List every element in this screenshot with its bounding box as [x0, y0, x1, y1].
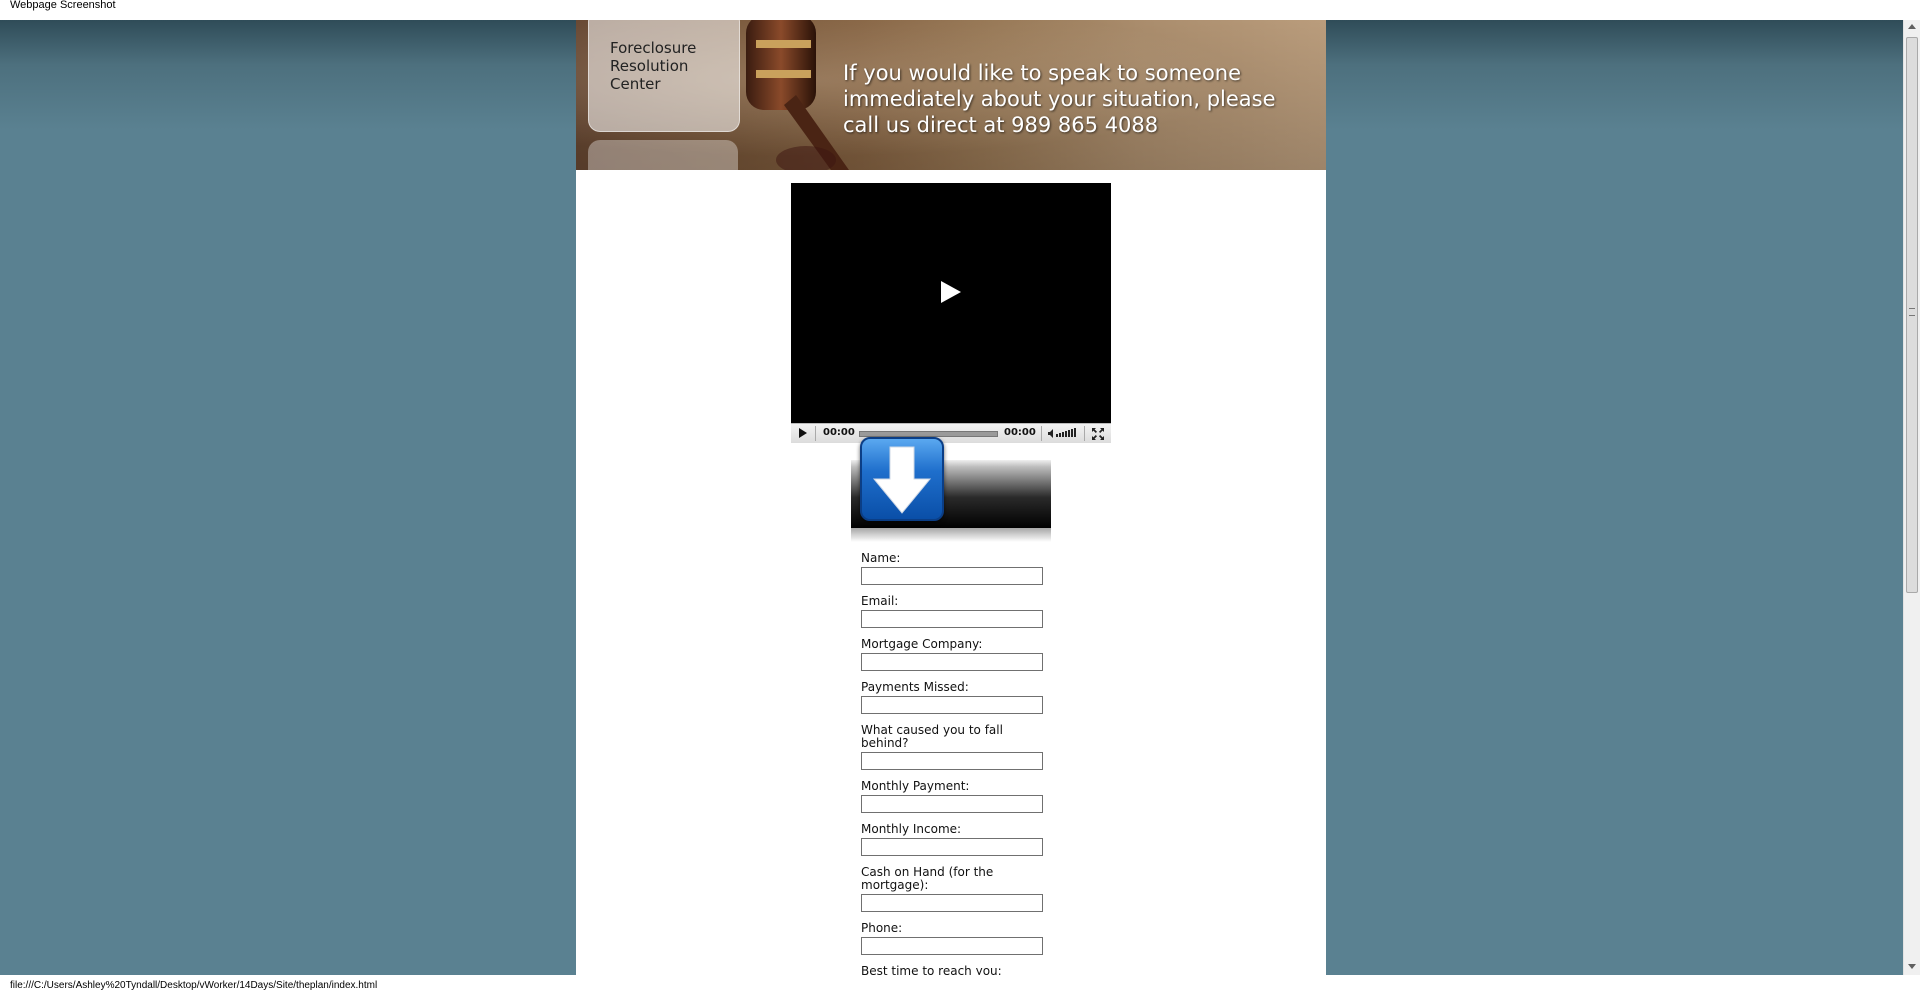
field-label-mortgage-company: Mortgage Company:	[861, 637, 983, 651]
logo-line-1: Foreclosure	[610, 39, 697, 57]
screenshot-caption: Webpage Screenshot	[0, 0, 1920, 20]
phone-field[interactable]	[861, 937, 1043, 955]
control-divider	[815, 426, 816, 441]
page-container: Foreclosure Resolution Center If you wou…	[576, 20, 1326, 975]
volume-icon[interactable]	[1048, 428, 1078, 439]
name-field[interactable]	[861, 567, 1043, 585]
arrow-down-icon	[872, 446, 932, 514]
scroll-grip-icon	[1909, 308, 1915, 316]
field-label-email: Email:	[861, 594, 899, 608]
status-bar: file:///C:/Users/Ashley%20Tyndall/Deskto…	[0, 975, 1920, 995]
payments-missed-field[interactable]	[861, 696, 1043, 714]
control-divider	[1041, 426, 1042, 441]
field-label-payments-missed: Payments Missed:	[861, 680, 969, 694]
logo-line-3: Center	[610, 75, 661, 93]
mortgage-company-field[interactable]	[861, 653, 1043, 671]
status-url: file:///C:/Users/Ashley%20Tyndall/Deskto…	[10, 980, 378, 991]
scroll-thumb[interactable]	[1906, 37, 1918, 593]
scroll-up-arrow-icon[interactable]	[1908, 24, 1916, 29]
header-call-message: If you would like to speak to someone im…	[843, 61, 1276, 137]
play-icon[interactable]	[799, 428, 807, 438]
email-field[interactable]	[861, 610, 1043, 628]
duration-time: 00:00	[1004, 427, 1036, 438]
header-banner: Foreclosure Resolution Center If you wou…	[576, 20, 1326, 170]
field-label-best-time: Best time to reach you:	[861, 964, 1002, 976]
field-label-cash-on-hand: Cash on Hand (for the mortgage):	[861, 865, 994, 892]
control-divider	[1084, 426, 1085, 441]
scroll-down-arrow-icon[interactable]	[1908, 964, 1916, 969]
form-header-shadow	[851, 528, 1051, 542]
video-player[interactable]	[791, 183, 1111, 423]
fullscreen-icon[interactable]	[1092, 428, 1104, 440]
field-label-fall-behind: What caused you to fall behind?	[861, 723, 1003, 750]
field-label-monthly-income: Monthly Income:	[861, 822, 962, 836]
cash-on-hand-field[interactable]	[861, 894, 1043, 912]
monthly-income-field[interactable]	[861, 838, 1043, 856]
current-time: 00:00	[823, 427, 855, 438]
caption-text: Webpage Screenshot	[10, 0, 116, 11]
field-label-phone: Phone:	[861, 921, 903, 935]
down-arrow-icon	[860, 437, 944, 521]
logo-line-2: Resolution	[610, 57, 689, 75]
play-overlay-icon[interactable]	[941, 281, 961, 303]
browser-viewport: Foreclosure Resolution Center If you wou…	[0, 20, 1903, 975]
field-label-monthly-payment: Monthly Payment:	[861, 779, 970, 793]
logo-panel-lower	[588, 140, 738, 170]
vertical-scrollbar[interactable]	[1903, 20, 1920, 975]
field-label-name: Name:	[861, 551, 901, 565]
monthly-payment-field[interactable]	[861, 795, 1043, 813]
fall-behind-reason-field[interactable]	[861, 752, 1043, 770]
video-controls: 00:00 00:00	[791, 423, 1111, 443]
